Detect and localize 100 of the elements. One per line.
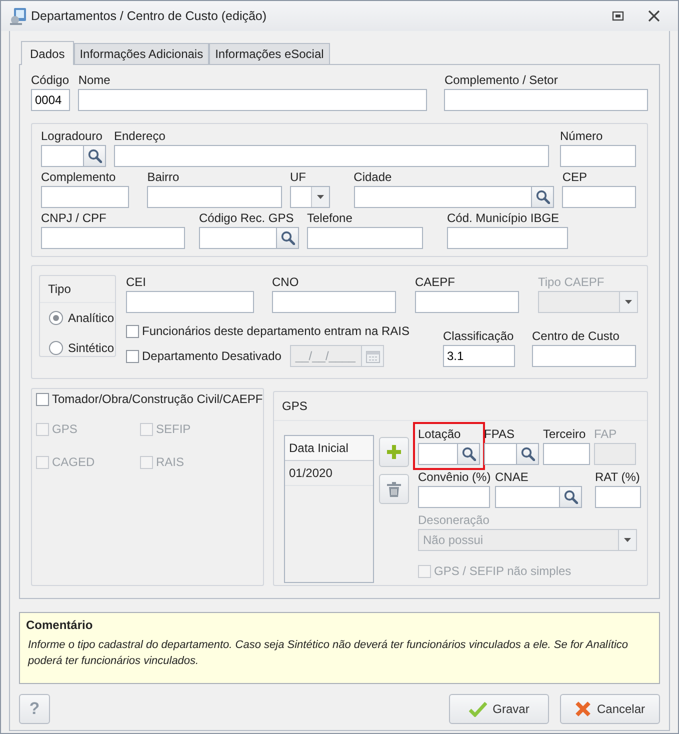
field-label: CEP (562, 170, 588, 186)
add-button[interactable] (379, 437, 409, 467)
field-label: Complemento / Setor (444, 73, 559, 89)
plus-icon (387, 445, 401, 459)
input-field[interactable] (354, 186, 532, 208)
tab[interactable]: Informações Adicionais (74, 43, 210, 64)
field-label: CAEPF (415, 275, 456, 291)
field-label: Telefone (307, 211, 354, 227)
input-field[interactable] (41, 227, 185, 249)
save-button[interactable]: Gravar (449, 694, 549, 724)
input-field[interactable] (126, 291, 254, 313)
close-button[interactable] (648, 10, 660, 22)
checkbox[interactable] (36, 392, 49, 406)
caret-icon (625, 300, 632, 304)
checkbox[interactable] (126, 324, 139, 338)
column-header: Data Inicial (285, 436, 373, 461)
input-field[interactable] (114, 145, 549, 167)
checkbox-label: Departamento Desativado (142, 348, 282, 365)
search-button[interactable] (84, 145, 106, 167)
input-field[interactable]: 0004 (31, 89, 70, 111)
input-field[interactable] (532, 345, 636, 367)
search-button[interactable] (560, 486, 582, 508)
input-field[interactable] (272, 291, 396, 313)
input-field[interactable] (307, 227, 423, 249)
checkbox-label: GPS / SEFIP não simples (434, 563, 572, 580)
input-field[interactable]: 3.1 (443, 345, 515, 367)
field-label: Código Rec. GPS (199, 211, 295, 227)
delete-button[interactable] (379, 474, 409, 504)
input-field[interactable] (444, 89, 648, 111)
checkbox-label: GPS (52, 421, 78, 438)
input-field[interactable] (147, 186, 282, 208)
tab[interactable]: Dados (21, 41, 74, 65)
field-label: Convênio (%) (418, 470, 490, 486)
tab[interactable]: Informações eSocial (209, 43, 330, 64)
group-title: GPS (274, 392, 647, 421)
input-field[interactable] (484, 443, 517, 465)
comment-text: Informe o tipo cadastral do departamento. Caso seja Sintético não deverá ter funcionários vinculados a ele. Se for Analítico poderá ter funcionários vinculados. (26, 638, 630, 669)
field-label: Centro de Custo (532, 329, 620, 345)
field-label: Logradouro (41, 129, 104, 145)
restore-button[interactable] (612, 11, 624, 21)
field-label: FPAS (484, 427, 516, 443)
input-field[interactable] (418, 486, 490, 508)
app-icon (9, 7, 27, 25)
close-icon (574, 701, 591, 717)
radio-button[interactable] (49, 311, 63, 325)
input-field[interactable] (560, 145, 636, 167)
checkbox-label: Tomador/Obra/Construção Civil/CAEPF (52, 391, 263, 408)
radio-label: Sintético (68, 340, 114, 357)
input-field[interactable] (418, 443, 458, 465)
calendar-icon (366, 350, 380, 362)
field-label: RAT (%) (595, 470, 641, 486)
field-label: CEI (126, 275, 148, 291)
input-field[interactable] (495, 486, 560, 508)
field-label: Bairro (147, 170, 180, 186)
close-icon (648, 10, 660, 22)
caret-icon (624, 538, 631, 542)
input-field[interactable] (447, 227, 568, 249)
field-label: Tipo CAEPF (538, 275, 606, 291)
input-field[interactable] (562, 186, 636, 208)
search-icon (462, 447, 476, 461)
caret-icon (316, 195, 324, 199)
trash-icon (387, 482, 401, 496)
input-field[interactable] (41, 186, 130, 208)
field-label: CNPJ / CPF (41, 211, 108, 227)
cancel-button[interactable]: Cancelar (560, 694, 660, 724)
field-label: Desoneração (418, 513, 490, 529)
search-icon (280, 231, 294, 245)
restore-icon (612, 11, 624, 21)
window-title: Departamentos / Centro de Custo (edição) (31, 8, 267, 25)
search-button[interactable] (517, 443, 539, 465)
radio-button[interactable] (49, 341, 63, 355)
field-label: CNO (272, 275, 300, 291)
search-button[interactable] (458, 443, 480, 465)
search-icon (520, 447, 534, 461)
input-field[interactable] (415, 291, 519, 313)
search-button[interactable] (532, 186, 554, 208)
field-label: FAP (594, 427, 618, 443)
date-mask: __/__/____ (294, 348, 356, 365)
checkbox-label: RAIS (156, 454, 184, 471)
field-label: Classificação (443, 329, 515, 345)
checkbox[interactable] (126, 350, 139, 362)
dropdown[interactable] (290, 186, 330, 208)
field-label: Lotação (418, 427, 462, 443)
field-label: Cód. Município IBGE (447, 211, 560, 227)
comment-title: Comentário (26, 617, 94, 634)
table-cell: 01/2020 (285, 461, 373, 486)
field-label: Cidade (354, 170, 393, 186)
input-field[interactable] (595, 486, 641, 508)
field-label: Complemento (41, 170, 117, 186)
search-icon (88, 149, 102, 163)
input-field[interactable] (78, 89, 428, 111)
checkbox-label: CAGED (52, 454, 95, 471)
input-field[interactable] (199, 227, 277, 249)
field-label: Endereço (114, 129, 166, 145)
search-button[interactable] (277, 227, 299, 249)
field-label: UF (290, 170, 307, 186)
field-label: Código (31, 73, 70, 89)
radio-label: Analítico (68, 310, 114, 327)
input-field[interactable] (543, 443, 590, 465)
input-field[interactable] (41, 145, 84, 167)
